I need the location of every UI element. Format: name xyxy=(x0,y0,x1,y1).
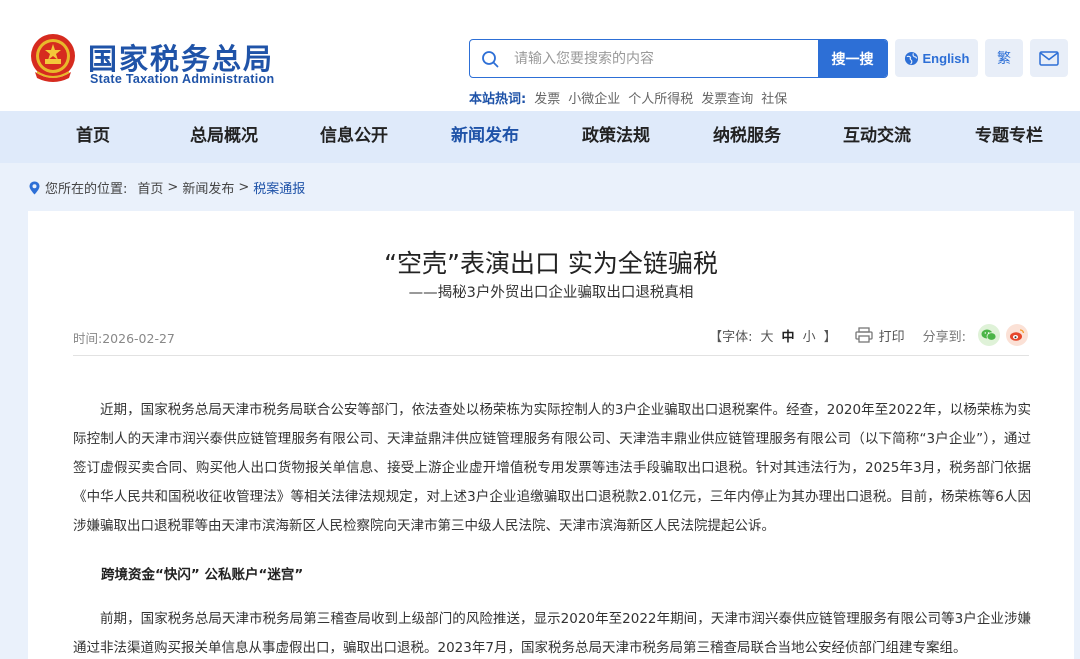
search-button[interactable]: 搜一搜 xyxy=(818,40,887,77)
breadcrumb-news[interactable]: 新闻发布 xyxy=(182,178,234,197)
mail-button[interactable] xyxy=(1030,39,1068,77)
breadcrumb-separator: > xyxy=(167,180,179,195)
article-subtitle: ——揭秘3户外贸出口企业骗取出口退税真相 xyxy=(408,285,694,301)
article-paragraph: 前期，国家税务总局天津市税务局第三稽查局收到上级部门的风险推送，显示2020年至… xyxy=(73,611,1031,656)
font-size-close: 】 xyxy=(823,329,837,345)
main-nav: 首页 总局概况 信息公开 新闻发布 政策法规 纳税服务 互动交流 专题专栏 xyxy=(0,111,1080,163)
nav-item-info[interactable]: 信息公开 xyxy=(311,111,397,163)
nav-item-news[interactable]: 新闻发布 xyxy=(442,111,528,163)
search-box: 搜一搜 xyxy=(469,39,888,78)
hot-word-link[interactable]: 小微企业 xyxy=(568,88,620,107)
print-icon[interactable] xyxy=(854,327,873,343)
nav-item-home[interactable]: 首页 xyxy=(52,111,134,163)
print-button[interactable]: 打印 xyxy=(879,326,905,345)
wechat-share-icon[interactable] xyxy=(978,324,1000,346)
hot-words-label: 本站热词: xyxy=(469,92,527,107)
font-size-control: 【字体: 大 中 小 】 xyxy=(709,326,836,345)
english-label: English xyxy=(922,50,970,66)
breadcrumb-separator: > xyxy=(238,180,250,195)
article-body-2: 前期，国家税务总局天津市税务局第三稽查局收到上级部门的风险推送，显示2020年至… xyxy=(73,605,1031,659)
nav-item-service[interactable]: 纳税服务 xyxy=(704,111,790,163)
location-pin-icon xyxy=(29,181,40,194)
article-title: “空壳”表演出口 实为全链骗税 xyxy=(384,249,718,278)
article-tools: 【字体: 大 中 小 】 打印 分享到: xyxy=(709,324,1028,346)
article-section-heading: 跨境资金“快闪” 公私账户“迷宫” xyxy=(101,567,304,583)
hot-word-link[interactable]: 发票查询 xyxy=(701,88,753,107)
search-icon xyxy=(482,51,499,68)
nav-item-policy[interactable]: 政策法规 xyxy=(573,111,659,163)
english-button[interactable]: English xyxy=(895,39,978,77)
article-body: 近期，国家税务总局天津市税务局联合公安等部门，依法查处以杨荣栋为实际控制人的3户… xyxy=(73,396,1031,541)
hot-words: 本站热词: 发票 小微企业 个人所得税 发票查询 社保 xyxy=(469,88,787,107)
hot-word-link[interactable]: 发票 xyxy=(534,88,560,107)
breadcrumb-home[interactable]: 首页 xyxy=(137,178,163,197)
traditional-chinese-button[interactable]: 繁 xyxy=(985,39,1023,77)
share-label: 分享到: xyxy=(922,329,966,345)
globe-icon xyxy=(904,51,918,65)
font-size-large[interactable]: 大 xyxy=(761,326,774,345)
breadcrumb-current[interactable]: 税案通报 xyxy=(253,178,305,197)
article-time: 时间:2026-02-27 xyxy=(73,331,175,346)
weibo-share-icon[interactable] xyxy=(1006,324,1028,346)
breadcrumb-prefix: 您所在的位置: xyxy=(45,182,128,197)
hot-word-link[interactable]: 个人所得税 xyxy=(628,88,693,107)
font-size-medium[interactable]: 中 xyxy=(782,326,795,345)
nav-item-topics[interactable]: 专题专栏 xyxy=(966,111,1052,163)
font-size-small[interactable]: 小 xyxy=(803,326,816,345)
site-header: 国家税务总局 State Taxation Administration 搜一搜… xyxy=(0,0,1080,111)
mail-icon xyxy=(1039,50,1059,66)
nav-item-interaction[interactable]: 互动交流 xyxy=(834,111,920,163)
national-emblem-icon[interactable] xyxy=(27,32,79,84)
breadcrumb: 您所在的位置: 首页 > 新闻发布 > 税案通报 xyxy=(28,178,305,197)
search-input[interactable] xyxy=(514,40,814,77)
font-size-label: 【字体: xyxy=(709,329,753,345)
hot-word-link[interactable]: 社保 xyxy=(761,88,787,107)
article-panel: “空壳”表演出口 实为全链骗税 ——揭秘3户外贸出口企业骗取出口退税真相 时间:… xyxy=(28,211,1074,659)
nav-item-about[interactable]: 总局概况 xyxy=(181,111,267,163)
article-divider xyxy=(73,355,1029,356)
article-paragraph: 近期，国家税务总局天津市税务局联合公安等部门，依法查处以杨荣栋为实际控制人的3户… xyxy=(73,402,1031,534)
logo-text-en[interactable]: State Taxation Administration xyxy=(90,72,274,86)
